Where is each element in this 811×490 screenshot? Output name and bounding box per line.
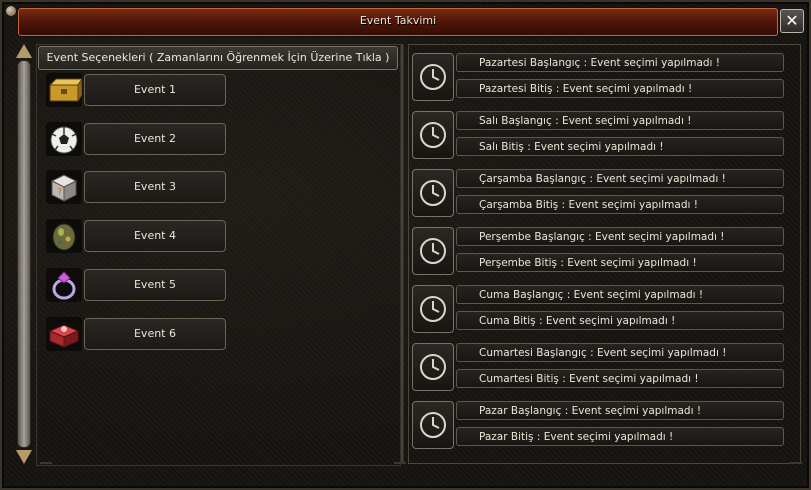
end-time-label: Perşembe Bitiş : Event seçimi yapılmadı … (456, 253, 784, 272)
event-calendar-window: Event Takvimi ✕ Event Seçenekleri ( Zama… (0, 0, 811, 490)
event-button[interactable]: Event 2 (84, 123, 226, 155)
event-row-5[interactable]: Event 5 (46, 268, 226, 302)
panel-divider (400, 44, 404, 464)
scroll-down-arrow-icon[interactable] (16, 450, 32, 464)
dragon-egg-icon (46, 219, 82, 253)
event-row-1[interactable]: Event 1 (46, 73, 226, 107)
schedule-sunday: Pazar Başlangıç : Event seçimi yapılmadı… (412, 401, 786, 449)
schedule-saturday: Cumartesi Başlangıç : Event seçimi yapıl… (412, 343, 786, 391)
corner-ornament (6, 6, 16, 16)
event-button[interactable]: Event 3 (84, 171, 226, 203)
mystery-box-icon: ? (46, 170, 82, 204)
clock-icon (412, 227, 454, 275)
event-button[interactable]: Event 1 (84, 74, 226, 106)
event-button[interactable]: Event 6 (84, 318, 226, 350)
ring-icon (46, 268, 82, 302)
end-time-label: Cuma Bitiş : Event seçimi yapılmadı ! (456, 311, 784, 330)
clock-icon (412, 53, 454, 101)
start-time-label: Salı Başlangıç : Event seçimi yapılmadı … (456, 111, 784, 130)
frame-ornament (40, 462, 52, 472)
red-box-icon (46, 317, 82, 351)
start-time-label: Pazar Başlangıç : Event seçimi yapılmadı… (456, 401, 784, 420)
event-options-panel (36, 44, 401, 466)
clock-icon (412, 169, 454, 217)
gold-chest-icon (46, 73, 83, 107)
start-time-label: Perşembe Başlangıç : Event seçimi yapılm… (456, 227, 784, 246)
clock-icon (412, 343, 454, 391)
schedule-friday: Cuma Başlangıç : Event seçimi yapılmadı … (412, 285, 786, 333)
event-row-2[interactable]: Event 2 (46, 122, 226, 156)
soccer-ball-icon (46, 122, 82, 156)
frame-ornament (394, 462, 406, 472)
event-options-header: Event Seçenekleri ( Zamanlarını Öğrenmek… (38, 46, 398, 70)
clock-icon (412, 111, 454, 159)
event-row-6[interactable]: Event 6 (46, 317, 226, 351)
end-time-label: Pazar Bitiş : Event seçimi yapılmadı ! (456, 427, 784, 446)
event-row-3[interactable]: ? Event 3 (46, 170, 226, 204)
end-time-label: Pazartesi Bitiş : Event seçimi yapılmadı… (456, 79, 784, 98)
scroll-track[interactable] (17, 60, 31, 448)
end-time-label: Cumartesi Bitiş : Event seçimi yapılmadı… (456, 369, 784, 388)
event-row-4[interactable]: Event 4 (46, 219, 226, 253)
frame-ornament (790, 462, 802, 472)
event-button[interactable]: Event 5 (84, 269, 226, 301)
end-time-label: Çarşamba Bitiş : Event seçimi yapılmadı … (456, 195, 784, 214)
event-button[interactable]: Event 4 (84, 220, 226, 252)
start-time-label: Pazartesi Başlangıç : Event seçimi yapıl… (456, 53, 784, 72)
schedule-thursday: Perşembe Başlangıç : Event seçimi yapılm… (412, 227, 786, 275)
start-time-label: Cuma Başlangıç : Event seçimi yapılmadı … (456, 285, 784, 304)
scrollbar[interactable] (15, 44, 33, 464)
window-title: Event Takvimi (359, 14, 437, 27)
title-bar[interactable]: Event Takvimi (18, 8, 778, 36)
schedule-tuesday: Salı Başlangıç : Event seçimi yapılmadı … (412, 111, 786, 159)
schedule-wednesday: Çarşamba Başlangıç : Event seçimi yapılm… (412, 169, 786, 217)
start-time-label: Cumartesi Başlangıç : Event seçimi yapıl… (456, 343, 784, 362)
clock-icon (412, 401, 454, 449)
clock-icon (412, 285, 454, 333)
end-time-label: Salı Bitiş : Event seçimi yapılmadı ! (456, 137, 784, 156)
schedule-monday: Pazartesi Başlangıç : Event seçimi yapıl… (412, 53, 786, 101)
scroll-up-arrow-icon[interactable] (16, 44, 32, 58)
close-button[interactable]: ✕ (780, 9, 804, 33)
svg-text:?: ? (57, 187, 62, 198)
start-time-label: Çarşamba Başlangıç : Event seçimi yapılm… (456, 169, 784, 188)
